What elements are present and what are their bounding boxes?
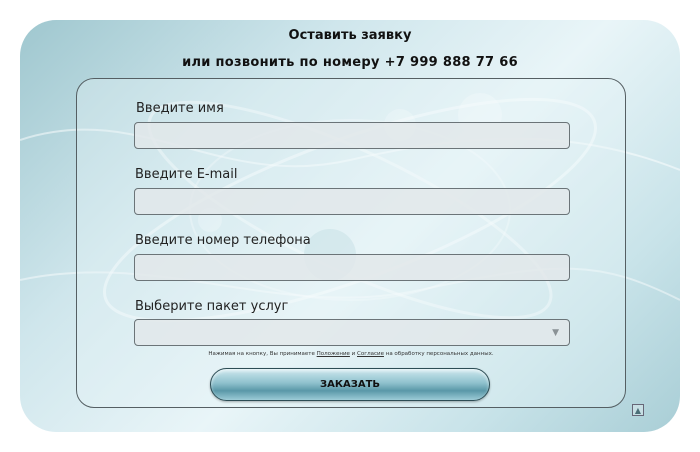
- arrow-up-icon: ▲: [634, 405, 642, 415]
- regulation-link[interactable]: Положение: [317, 351, 350, 357]
- package-select[interactable]: ▼: [134, 319, 570, 346]
- page-title: Оставить заявку: [288, 28, 412, 43]
- phone-field[interactable]: [134, 254, 570, 281]
- phone-label: Введите номер телефона: [135, 233, 311, 248]
- package-label: Выберите пакет услуг: [135, 299, 289, 314]
- request-panel: Оставить заявку или позвонить по номеру …: [20, 20, 680, 432]
- request-form: Введите имя Введите E-mail Введите номер…: [76, 78, 626, 408]
- name-label: Введите имя: [136, 101, 224, 116]
- order-button[interactable]: ЗАКАЗАТЬ: [210, 368, 490, 401]
- email-label: Введите E-mail: [135, 167, 238, 182]
- scroll-up-button[interactable]: ▲: [632, 404, 644, 416]
- consent-prefix: Нажимая на кнопку, Вы принимаете: [208, 351, 317, 357]
- consent-suffix: на обработку персональных данных.: [383, 351, 494, 357]
- consent-middle: и: [349, 351, 357, 357]
- name-field[interactable]: [134, 122, 570, 149]
- agreement-link[interactable]: Согласие: [357, 351, 384, 357]
- phone-subtitle: или позвонить по номеру +7 999 888 77 66: [182, 55, 518, 70]
- consent-text: Нажимая на кнопку, Вы принимаете Положен…: [77, 351, 625, 357]
- chevron-down-icon: ▼: [552, 327, 559, 338]
- email-field[interactable]: [134, 188, 570, 215]
